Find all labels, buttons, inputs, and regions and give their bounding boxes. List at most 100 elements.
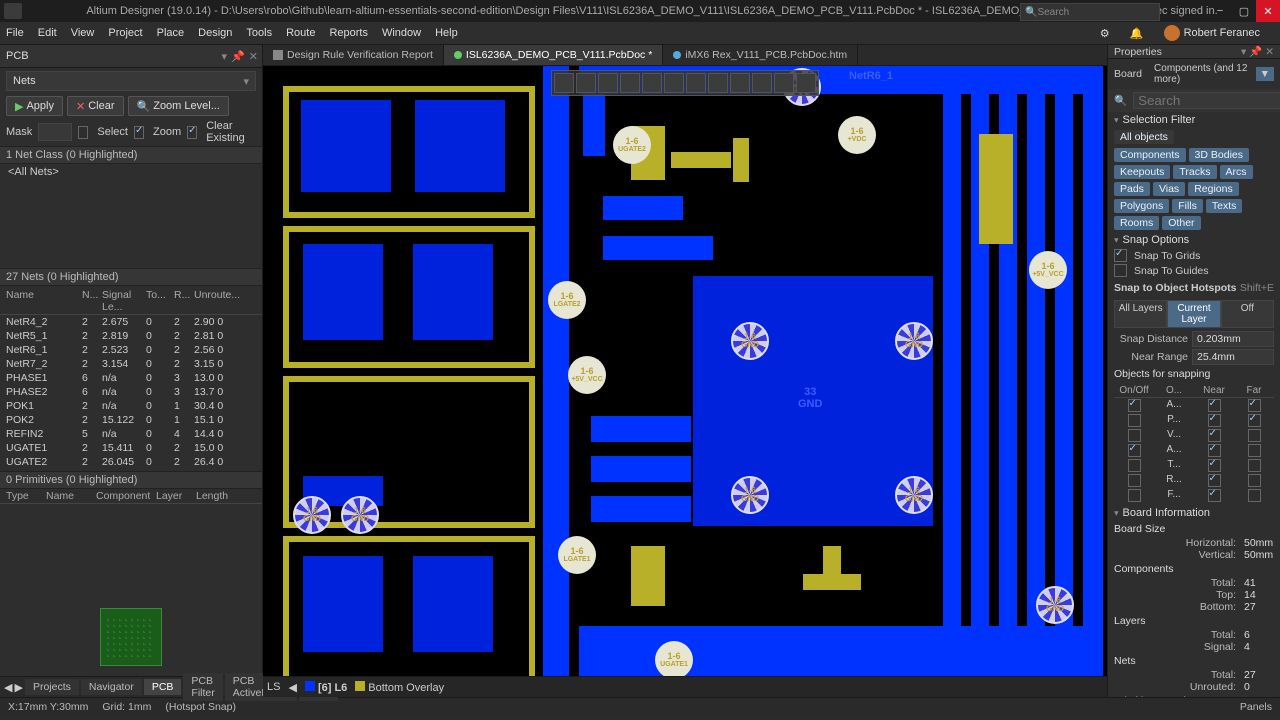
tab-pcb[interactable]: PCB [144, 679, 182, 695]
hud-align-icon[interactable] [620, 73, 640, 93]
snap-row[interactable]: F... [1114, 488, 1274, 503]
net-row[interactable]: PHASE16n/a0313.0 0 [0, 371, 262, 385]
hud-layer-icon[interactable] [708, 73, 728, 93]
menu-view[interactable]: View [71, 27, 95, 39]
clear-button[interactable]: ✕Clear [67, 96, 124, 116]
board-thumbnail[interactable] [100, 608, 162, 666]
panel-dropdown-icon[interactable]: ▾ [222, 50, 228, 63]
hud-place-icon[interactable] [686, 73, 706, 93]
minimize-button[interactable]: − [1208, 0, 1232, 22]
maximize-button[interactable]: ▢ [1232, 0, 1256, 22]
net-row[interactable]: UGATE2226.0450226.4 0 [0, 455, 262, 469]
hud-move-icon[interactable] [576, 73, 596, 93]
via[interactable]: 1-6GND [731, 322, 769, 360]
net-row[interactable]: REFIN25n/a0414.4 0 [0, 427, 262, 441]
snap-distance-input[interactable]: 0.203mm [1192, 331, 1274, 347]
properties-search[interactable] [1133, 92, 1280, 109]
net-row[interactable]: NetR6_122.523022.56 0 [0, 343, 262, 357]
pad[interactable]: 1-6UGATE1 [655, 641, 693, 676]
tab-pcb-filter[interactable]: PCB Filter [183, 673, 222, 701]
filter-chip[interactable]: Polygons [1114, 199, 1169, 213]
zoom-level-button[interactable]: 🔍 Zoom Level... [128, 96, 229, 116]
pad[interactable]: 1-6LGATE2 [548, 281, 586, 319]
filter-chip[interactable]: Pads [1114, 182, 1150, 196]
apply-button[interactable]: ▶Apply [6, 96, 63, 116]
section-board-info[interactable]: Board Information [1108, 505, 1280, 521]
menu-tools[interactable]: Tools [246, 27, 272, 39]
via[interactable]: 1-6GND [341, 496, 379, 534]
clear-existing-checkbox[interactable] [187, 126, 197, 139]
filter-chip[interactable]: Texts [1206, 199, 1243, 213]
hud-3d-icon[interactable] [730, 73, 750, 93]
global-search[interactable]: 🔍 Search [1020, 3, 1160, 21]
filter-chip[interactable]: Vias [1153, 182, 1185, 196]
primitives-columns[interactable]: TypeNameComponentLayerLength [0, 489, 262, 504]
via[interactable]: 1-6GND [731, 476, 769, 514]
mask-input[interactable] [38, 123, 72, 141]
gear-icon[interactable]: ⚙ [1100, 27, 1110, 40]
pad[interactable]: 1-6+5V_VCC [568, 356, 606, 394]
filter-chip[interactable]: 3D Bodies [1189, 148, 1249, 162]
netclass-item[interactable]: <All Nets> [0, 164, 262, 268]
net-row[interactable]: NetR5_122.819022.81 0 [0, 329, 262, 343]
hud-select-icon[interactable] [598, 73, 618, 93]
pad[interactable]: 1-6UGATE2 [613, 126, 651, 164]
via[interactable]: 1-6GND [1036, 586, 1074, 624]
doc-tab-htm[interactable]: iMX6 Rex_V111_PCB.PcbDoc.htm [663, 45, 858, 65]
panel-close-icon[interactable]: ✕ [249, 50, 258, 63]
select-checkbox[interactable] [78, 126, 88, 139]
menu-help[interactable]: Help [435, 27, 458, 39]
via[interactable]: 1-6GND [895, 322, 933, 360]
hud-cursor-icon[interactable] [554, 73, 574, 93]
chip-all-objects[interactable]: All objects [1114, 130, 1174, 144]
menu-reports[interactable]: Reports [329, 27, 368, 39]
snap-grids-checkbox[interactable] [1114, 249, 1127, 262]
tab-nav-left[interactable]: ◀ [4, 681, 12, 694]
doc-tab-pcb[interactable]: ISL6236A_DEMO_PCB_V111.PcbDoc * [444, 45, 663, 65]
panel-close-icon[interactable]: ▾ 📌 ✕ [1241, 45, 1274, 58]
close-button[interactable]: ✕ [1256, 0, 1280, 22]
menu-project[interactable]: Project [108, 27, 142, 39]
pad[interactable]: 1-6+VDC [838, 116, 876, 154]
layer-overlay[interactable]: Bottom Overlay [355, 681, 444, 694]
snap-guides-checkbox[interactable] [1114, 264, 1127, 277]
scope-components[interactable]: Components (and 12 more) [1154, 63, 1250, 85]
canvas-toolbar[interactable] [551, 70, 819, 96]
pcb-canvas[interactable]: 33GND NetR6_1 1-6UGATE21-6+VDC1-6LGATE21… [263, 66, 1107, 676]
snap-row[interactable]: A... [1114, 443, 1274, 458]
nets-columns[interactable]: NameN...Signal Le...To...R...Unroute... [0, 288, 262, 315]
net-row[interactable]: POK12n/a0130.4 0 [0, 399, 262, 413]
hud-more-icon[interactable] [796, 73, 816, 93]
tab-navigator[interactable]: Navigator [81, 679, 142, 695]
doc-tab-report[interactable]: Design Rule Verification Report [263, 45, 444, 65]
snap-row[interactable]: P... [1114, 413, 1274, 428]
filter-chip[interactable]: Rooms [1114, 216, 1159, 230]
snap-row[interactable]: R... [1114, 473, 1274, 488]
zoom-checkbox[interactable] [134, 126, 144, 139]
tab-nav-right[interactable]: ▶ [14, 681, 22, 694]
near-range-input[interactable]: 25.4mm [1192, 349, 1274, 365]
panels-button[interactable]: Panels [1240, 701, 1272, 713]
menu-place[interactable]: Place [157, 27, 185, 39]
layer-active[interactable]: [6] L6 [305, 681, 347, 694]
snap-row[interactable]: A... [1114, 398, 1274, 413]
hud-measure-icon[interactable] [752, 73, 772, 93]
pad[interactable]: 1-6+5V_VCC [1029, 251, 1067, 289]
hud-grid-icon[interactable] [642, 73, 662, 93]
snap-layer-segmented[interactable]: All LayersCurrent LayerOff [1114, 300, 1274, 328]
net-row[interactable]: UGATE1215.4110215.0 0 [0, 441, 262, 455]
filter-chip[interactable]: Fills [1172, 199, 1203, 213]
hud-text-icon[interactable] [774, 73, 794, 93]
section-selection-filter[interactable]: Selection Filter [1108, 112, 1280, 128]
via[interactable]: 1-6GND [293, 496, 331, 534]
bell-icon[interactable]: 🔔 [1130, 27, 1144, 40]
menu-design[interactable]: Design [198, 27, 232, 39]
snap-row[interactable]: V... [1114, 428, 1274, 443]
net-row[interactable]: POK2215.1220115.1 0 [0, 413, 262, 427]
menu-file[interactable]: File [6, 27, 24, 39]
net-row[interactable]: PHASE26n/a0313.7 0 [0, 385, 262, 399]
filter-chip[interactable]: Regions [1188, 182, 1239, 196]
menu-window[interactable]: Window [382, 27, 421, 39]
hud-route-icon[interactable] [664, 73, 684, 93]
filter-chip[interactable]: Components [1114, 148, 1186, 162]
